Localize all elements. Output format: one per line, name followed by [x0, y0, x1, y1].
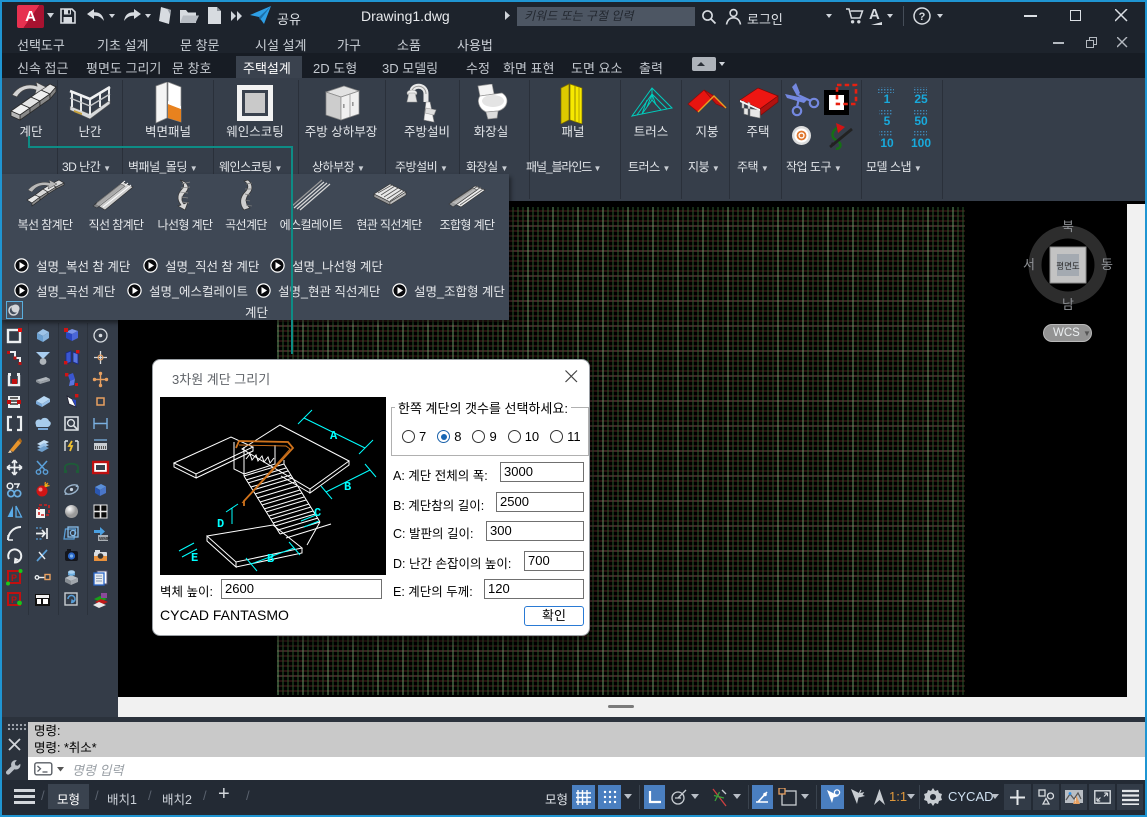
svg-text:P: P	[11, 573, 17, 583]
svg-text:B: B	[267, 552, 274, 566]
svg-text:D: D	[217, 517, 224, 531]
svg-text:C: C	[314, 506, 321, 520]
svg-text:남: 남	[1062, 297, 1074, 311]
svg-text:100: 100	[911, 136, 931, 150]
svg-text:1: 1	[884, 92, 891, 106]
svg-text:E: E	[191, 551, 198, 565]
svg-text:25: 25	[914, 92, 928, 106]
svg-text:B: B	[344, 480, 351, 494]
svg-text:서: 서	[1023, 257, 1035, 272]
svg-text:평면도: 평면도	[1056, 261, 1080, 271]
svg-text:동: 동	[1101, 257, 1113, 272]
svg-text:북: 북	[1062, 219, 1074, 234]
svg-text:?: ?	[919, 11, 926, 23]
svg-text:WMF: WMF	[99, 536, 110, 541]
svg-text:P: P	[11, 595, 17, 605]
svg-text:10: 10	[880, 136, 894, 150]
svg-text:A: A	[330, 429, 338, 443]
svg-text:5: 5	[884, 114, 891, 128]
svg-text:50: 50	[914, 114, 928, 128]
